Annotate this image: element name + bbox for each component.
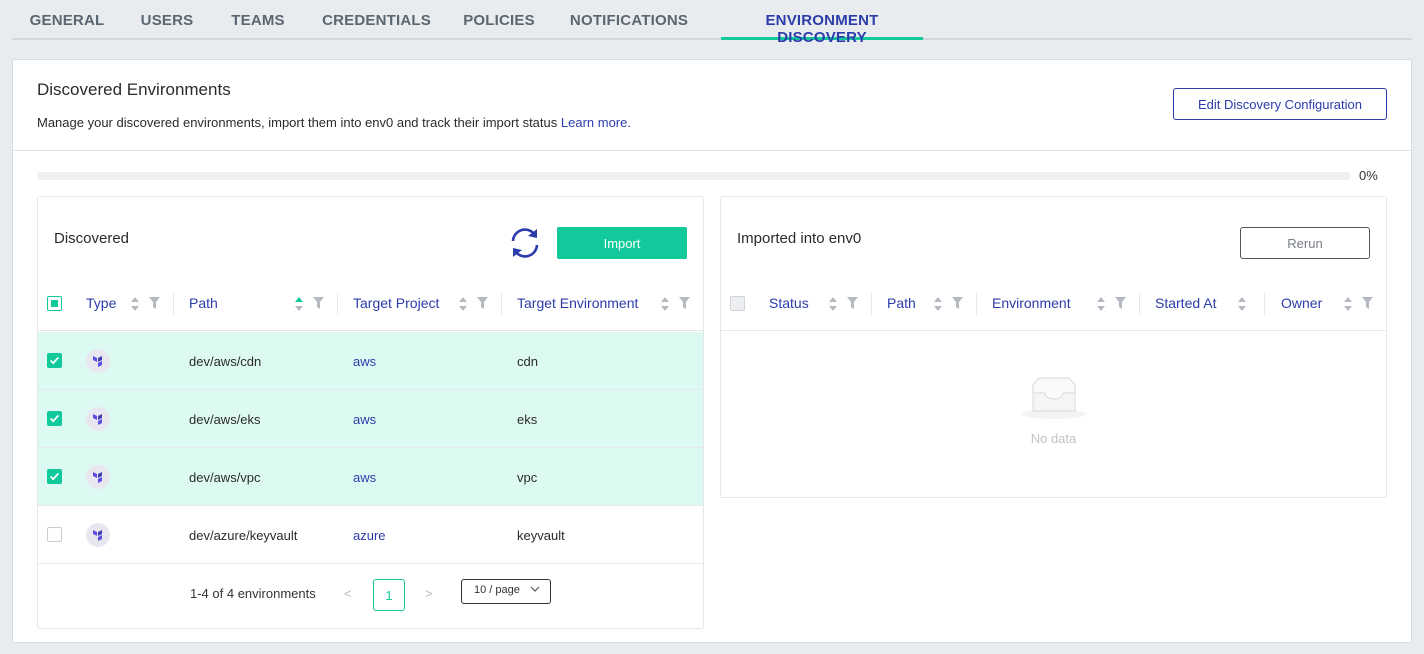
select-all-checkbox[interactable] <box>47 296 62 311</box>
sort-path-icon[interactable] <box>933 295 943 313</box>
row-path: dev/aws/vpc <box>189 469 261 485</box>
sort-project-icon[interactable] <box>458 295 468 313</box>
discovered-panel: Discovered Import Type Path Target Proje… <box>37 196 704 629</box>
column-started-at[interactable]: Started At <box>1155 275 1216 331</box>
sort-environment-icon[interactable] <box>1096 295 1106 313</box>
page-size-value: 10 / page <box>474 584 520 596</box>
column-environment[interactable]: Environment <box>992 275 1071 331</box>
rerun-button[interactable]: Rerun <box>1240 227 1370 259</box>
filter-environment-icon[interactable] <box>679 297 690 309</box>
sort-status-icon[interactable] <box>828 295 838 313</box>
terraform-icon <box>86 407 110 431</box>
edit-discovery-configuration-button[interactable]: Edit Discovery Configuration <box>1173 88 1387 120</box>
column-divider <box>337 293 338 315</box>
imported-title: Imported into env0 <box>737 230 862 247</box>
refresh-icon[interactable] <box>508 226 542 260</box>
pagination-total: 1-4 of 4 environments <box>190 586 316 601</box>
check-icon <box>49 472 60 481</box>
tab-general[interactable]: GENERAL <box>28 0 106 40</box>
row-target-project[interactable]: aws <box>353 448 376 506</box>
progress-label: 0% <box>1359 168 1378 183</box>
row-target-environment: keyvault <box>517 527 565 543</box>
column-divider <box>173 293 174 315</box>
tab-policies[interactable]: POLICIES <box>459 0 539 40</box>
table-row[interactable]: dev/azure/keyvault azure keyvault <box>38 506 703 564</box>
prev-page-button[interactable]: < <box>344 586 352 601</box>
empty-inbox-icon <box>1022 377 1086 419</box>
sort-owner-icon[interactable] <box>1343 295 1353 313</box>
check-icon <box>49 414 60 423</box>
next-page-button[interactable]: > <box>425 586 433 601</box>
column-divider <box>501 293 502 315</box>
row-target-project[interactable]: aws <box>353 390 376 448</box>
row-target-environment: vpc <box>517 469 538 485</box>
terraform-icon <box>86 465 110 489</box>
chevron-down-icon <box>530 586 540 592</box>
page-description: Manage your discovered environments, imp… <box>37 115 631 130</box>
column-target-project[interactable]: Target Project <box>353 275 439 331</box>
discovered-table-header: Type Path Target Project Target Environm… <box>38 275 703 331</box>
row-checkbox[interactable] <box>47 353 62 368</box>
table-row[interactable]: dev/aws/eks aws eks <box>38 390 703 448</box>
sort-path-icon[interactable] <box>294 295 304 313</box>
row-target-environment: cdn <box>517 353 538 369</box>
column-path[interactable]: Path <box>189 275 218 331</box>
tab-environment-discovery[interactable]: ENVIRONMENT DISCOVERY <box>721 0 923 46</box>
row-path: dev/azure/keyvault <box>189 527 298 543</box>
sort-environment-icon[interactable] <box>660 295 670 313</box>
discovered-title: Discovered <box>54 230 130 247</box>
check-icon <box>49 356 60 365</box>
import-button[interactable]: Import <box>557 227 687 259</box>
row-target-environment: eks <box>517 411 538 427</box>
column-divider <box>976 293 977 315</box>
table-row[interactable]: dev/aws/cdn aws cdn <box>38 332 703 390</box>
column-divider <box>871 293 872 315</box>
tab-users[interactable]: USERS <box>132 0 202 40</box>
settings-tabs: GENERAL USERS TEAMS CREDENTIALS POLICIES… <box>12 0 1412 46</box>
column-target-environment[interactable]: Target Environment <box>517 275 638 331</box>
row-checkbox[interactable] <box>47 411 62 426</box>
filter-project-icon[interactable] <box>477 297 488 309</box>
filter-path-icon[interactable] <box>313 297 324 309</box>
tab-notifications[interactable]: NOTIFICATIONS <box>564 0 694 40</box>
row-path: dev/aws/cdn <box>189 353 262 369</box>
row-target-project[interactable]: azure <box>353 506 386 564</box>
discovery-card: Discovered Environments Manage your disc… <box>12 59 1412 643</box>
imported-table-header: Status Path Environment Started At Owner <box>721 275 1386 331</box>
tab-teams[interactable]: TEAMS <box>222 0 294 40</box>
filter-owner-icon[interactable] <box>1362 297 1373 309</box>
row-target-project[interactable]: aws <box>353 332 376 390</box>
page-1-button[interactable]: 1 <box>373 579 405 611</box>
row-checkbox[interactable] <box>47 469 62 484</box>
sort-type-icon[interactable] <box>130 295 140 313</box>
filter-type-icon[interactable] <box>149 297 160 309</box>
imported-panel: Imported into env0 Rerun Status Path Env… <box>720 196 1387 498</box>
page-size-select[interactable]: 10 / page <box>461 579 551 604</box>
page-title: Discovered Environments <box>37 80 231 99</box>
row-checkbox[interactable] <box>47 527 62 542</box>
no-data-text: No data <box>1030 431 1077 446</box>
column-path[interactable]: Path <box>887 275 916 331</box>
column-owner[interactable]: Owner <box>1281 275 1322 331</box>
terraform-icon <box>86 523 110 547</box>
sort-started-at-icon[interactable] <box>1237 295 1247 313</box>
pagination: 1-4 of 4 environments < 1 > 10 / page <box>38 564 703 628</box>
column-divider <box>1139 293 1140 315</box>
table-row[interactable]: dev/aws/vpc aws vpc <box>38 448 703 506</box>
select-all-checkbox[interactable] <box>730 296 745 311</box>
column-divider <box>1264 293 1265 315</box>
column-status[interactable]: Status <box>769 275 809 331</box>
filter-environment-icon[interactable] <box>1115 297 1126 309</box>
tab-credentials[interactable]: CREDENTIALS <box>314 0 439 40</box>
column-type[interactable]: Type <box>86 275 116 331</box>
description-text: Manage your discovered environments, imp… <box>37 115 558 130</box>
import-progress-bar <box>37 172 1351 180</box>
filter-status-icon[interactable] <box>847 297 858 309</box>
empty-state: No data <box>721 331 1386 497</box>
learn-more-link[interactable]: Learn more. <box>561 115 631 130</box>
filter-path-icon[interactable] <box>952 297 963 309</box>
terraform-icon <box>86 349 110 373</box>
card-header: Discovered Environments Manage your disc… <box>13 60 1411 151</box>
row-path: dev/aws/eks <box>189 411 261 427</box>
